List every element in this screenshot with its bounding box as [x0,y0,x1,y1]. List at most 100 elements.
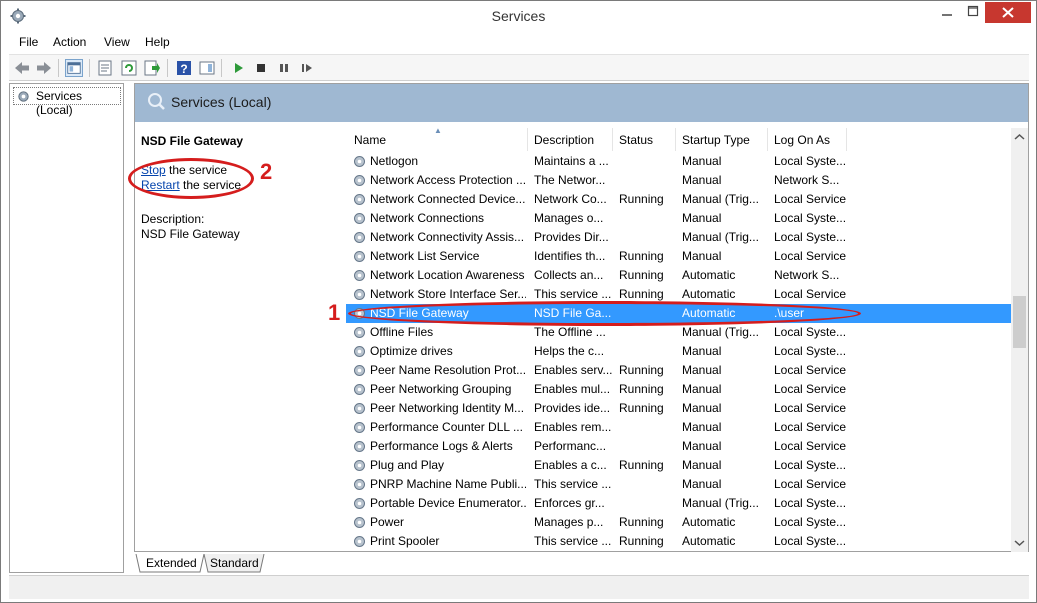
service-gear-icon [354,479,365,490]
minimize-icon[interactable] [941,5,953,17]
service-startup-cell: Manual [682,154,722,168]
tree-item-services-local[interactable]: Services (Local) [13,87,121,117]
description-value: NSD File Gateway [141,227,240,241]
table-row[interactable]: Performance Logs & Alerts Performanc... Ma… [346,437,1011,456]
table-row[interactable]: Network Connectivity Assis... Provides Di… [346,228,1011,247]
service-gear-icon [354,498,365,509]
service-logon-cell: Local Syste... [774,458,847,472]
table-row[interactable]: Peer Name Resolution Prot... Enables serv… [346,361,1011,380]
service-description-cell: This service ... [534,534,612,548]
table-row[interactable]: Performance Counter DLL ... Enables rem..… [346,418,1011,437]
gear-icon [18,91,29,102]
service-name-cell: Performance Logs & Alerts [370,439,513,453]
service-name-cell: Network List Service [370,249,480,263]
menu-help[interactable]: Help [145,35,170,49]
scrollbar-thumb[interactable] [1013,296,1026,348]
table-row[interactable]: Network Access Protection ... The Networ.… [346,171,1011,190]
menu-view[interactable]: View [104,35,130,49]
properties-icon[interactable] [96,59,114,77]
forward-arrow-icon[interactable] [35,59,53,77]
title-bar[interactable]: Services [1,1,1036,32]
menu-action[interactable]: Action [53,35,86,49]
service-gear-icon [354,270,365,281]
pause-service-icon[interactable] [275,59,293,77]
column-divider[interactable] [675,128,676,151]
column-header-status[interactable]: Status [619,133,653,147]
menu-file[interactable]: File [19,35,38,49]
service-logon-cell: Local Syste... [774,325,847,339]
service-description-cell: This service ... [534,287,612,301]
service-logon-cell: Local Syste... [774,344,847,358]
column-divider[interactable] [846,128,847,151]
maximize-icon[interactable] [967,5,979,17]
service-description-cell: Performanc... [534,439,607,453]
service-description-cell: Enables rem... [534,420,612,434]
service-startup-cell: Manual [682,420,722,434]
restart-service-icon[interactable] [298,59,316,77]
service-gear-icon [354,517,365,528]
table-row[interactable]: Netlogon Maintains a ... Manual Local Syste… [346,152,1011,171]
service-logon-cell: Local Service [774,420,847,434]
service-logon-cell: Local Syste... [774,211,847,225]
tab-extended[interactable]: Extended [146,554,197,573]
service-description-cell: Provides Dir... [534,230,609,244]
annotation-ellipse-selected-row [348,301,861,326]
service-logon-cell: Local Syste... [774,496,847,510]
service-status-cell: Running [619,287,664,301]
list-header: ▲ Name Description Status Startup Type L… [346,126,1011,152]
console-tree: Services (Local) [9,83,124,573]
table-row[interactable]: Power Manages p... Running Automatic Local S… [346,513,1011,532]
table-row[interactable]: Optimize drives Helps the c... Manual Local… [346,342,1011,361]
table-row[interactable]: Print Spooler This service ... Running Auto… [346,532,1011,551]
show-hide-console-tree-icon[interactable] [65,59,83,77]
service-gear-icon [354,175,365,186]
annotation-marker-2: 2 [260,159,273,184]
service-logon-cell: Local Service [774,363,847,377]
service-gear-icon [354,365,365,376]
column-header-description[interactable]: Description [534,133,594,147]
column-divider[interactable] [767,128,768,151]
column-divider[interactable] [612,128,613,151]
show-action-pane-icon[interactable] [198,59,216,77]
service-gear-icon [354,194,365,205]
table-row[interactable]: Network List Service Identifies th... Runn… [346,247,1011,266]
table-row[interactable]: Network Connections Manages o... Manual Loc… [346,209,1011,228]
export-list-icon[interactable] [143,59,161,77]
service-name-cell: Offline Files [370,325,434,339]
table-row[interactable]: PNRP Machine Name Publi... This service .… [346,475,1011,494]
table-row[interactable]: Plug and Play Enables a c... Running Manual… [346,456,1011,475]
service-status-cell: Running [619,515,664,529]
stop-service-icon[interactable] [252,59,270,77]
start-service-icon[interactable] [229,59,247,77]
service-name-cell: Network Location Awareness [370,268,525,282]
service-startup-cell: Automatic [682,515,736,529]
service-status-cell: Running [619,382,664,396]
scroll-up-icon[interactable] [1011,130,1028,144]
back-arrow-icon[interactable] [13,59,31,77]
vertical-scrollbar[interactable] [1011,128,1028,552]
table-row[interactable]: Portable Device Enumerator... Enforces gr… [346,494,1011,513]
table-row[interactable]: Network Connected Device... Network Co...… [346,190,1011,209]
service-name-cell: Plug and Play [370,458,445,472]
service-gear-icon [354,289,365,300]
table-row[interactable]: Peer Networking Identity M... Provides id… [346,399,1011,418]
service-logon-cell: Network S... [774,173,840,187]
column-header-name[interactable]: Name [354,133,386,147]
scroll-down-icon[interactable] [1011,536,1028,550]
column-divider[interactable] [527,128,528,151]
service-status-cell: Running [619,458,664,472]
service-startup-cell: Manual [682,344,722,358]
service-startup-cell: Manual [682,249,722,263]
tab-standard[interactable]: Standard [210,554,259,573]
service-gear-icon [354,232,365,243]
service-name-cell: Peer Networking Grouping [370,382,512,396]
table-row[interactable]: Peer Networking Grouping Enables mul... Ru… [346,380,1011,399]
table-row[interactable]: Offline Files The Offline ... Manual (Trig… [346,323,1011,342]
help-icon[interactable]: ? [175,59,193,77]
close-button[interactable] [985,2,1031,23]
service-startup-cell: Automatic [682,268,736,282]
column-header-startup-type[interactable]: Startup Type [682,133,750,147]
column-header-log-on-as[interactable]: Log On As [774,133,830,147]
table-row[interactable]: Network Location Awareness Collects an...… [346,266,1011,285]
refresh-icon[interactable] [120,59,138,77]
